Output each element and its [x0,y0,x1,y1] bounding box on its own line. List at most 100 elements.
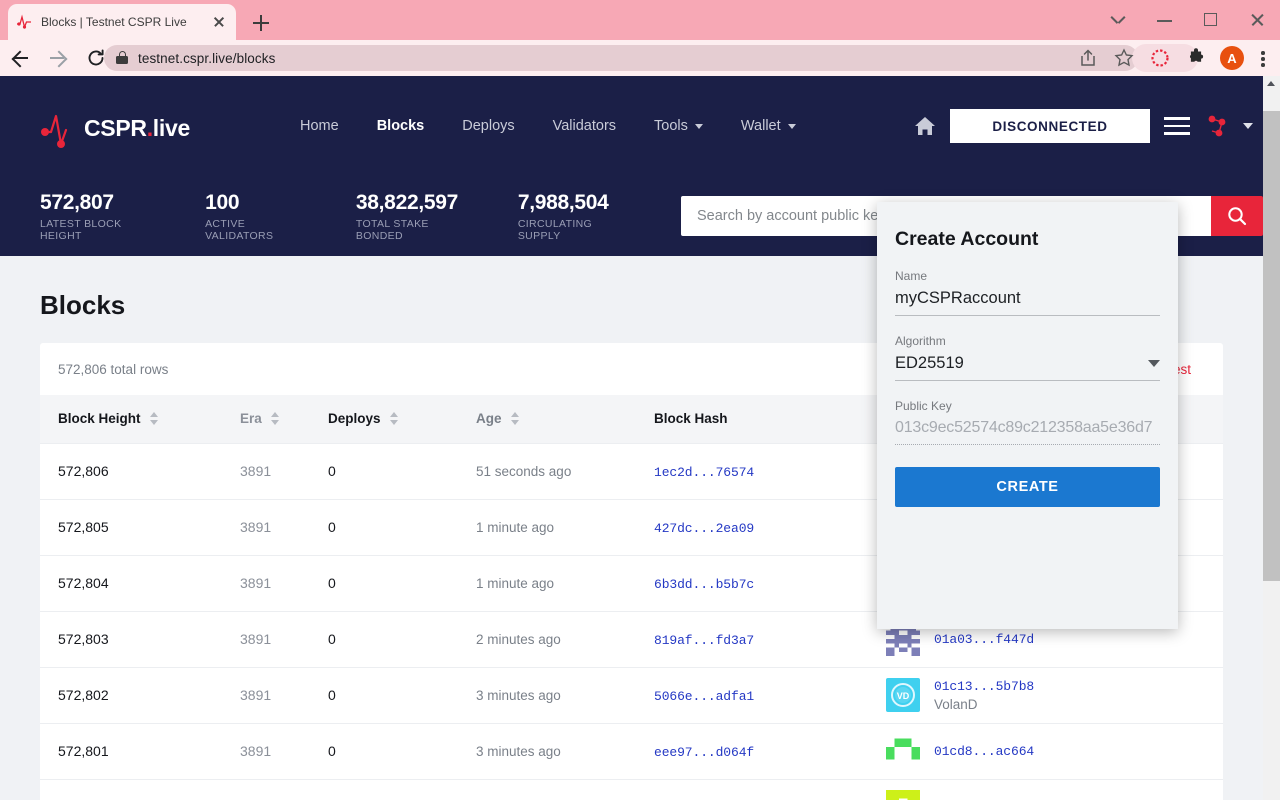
chevron-down-icon[interactable] [1096,0,1142,40]
scrollbar-thumb[interactable] [1263,111,1280,581]
stat-label: TOTAL STAKE BONDED [355,217,429,242]
back-arrow-icon[interactable] [6,44,34,72]
page-scrollbar[interactable] [1263,76,1280,800]
algorithm-field-group: Algorithm ED25519 [877,334,1178,381]
home-icon[interactable] [914,115,936,137]
cell-era: 3891 [240,743,272,759]
cell-block-height: 572,806 [58,463,109,479]
nav-item-validators[interactable]: Validators [553,118,616,134]
cell-block-height: 572,804 [58,575,109,591]
network-selector[interactable] [1204,111,1253,141]
modal-title: Create Account [895,228,1039,250]
sort-icon[interactable] [270,412,279,426]
stat-circulating-supply: 7,988,504 CIRCULATING SUPPLY [518,191,633,242]
search-icon [1228,207,1247,226]
tab-strip: Blocks | Testnet CSPR Live [0,0,1280,40]
cspr-pulse-icon [16,14,32,30]
column-header-block-hash: Block Hash [654,395,886,443]
cell-age: 1 minute ago [476,575,555,591]
nav-item-home[interactable]: Home [300,118,339,134]
algorithm-value: ED25519 [895,354,964,372]
bookmark-star-icon[interactable] [1110,45,1138,71]
block-hash-link[interactable]: 819af...fd3a7 [654,633,754,648]
sort-icon[interactable] [149,412,158,426]
sort-icon[interactable] [389,412,398,426]
block-hash-link[interactable]: 5066e...adfa1 [654,689,754,704]
extension-puzzle-icon[interactable] [1182,45,1210,71]
cell-deploys: 0 [328,743,336,759]
column-label: Age [476,411,502,427]
nav-label: Validators [552,118,617,134]
maximize-icon[interactable] [1188,0,1234,40]
browser-tab[interactable]: Blocks | Testnet CSPR Live [8,4,236,40]
share-icon[interactable] [1074,45,1102,71]
logo-text: CSPR [84,114,147,141]
public-key-label: Public Key [895,399,952,413]
site-logo[interactable]: CSPR.live [40,106,190,150]
stat-active-validators: 100 ACTIVE VALIDATORS [205,191,312,242]
cell-age: 1 minute ago [476,519,555,535]
stat-value: 572,807 [40,190,114,214]
cell-era: 3891 [240,575,272,591]
column-header-age[interactable]: Age [476,395,654,443]
block-hash-link[interactable]: 6b3dd...b5b7c [654,577,754,592]
cell-block-height: 572,801 [58,743,109,759]
validator-key-link[interactable]: 01cd8...ac664 [934,744,1034,759]
cspr-extension-icon[interactable] [1146,45,1174,71]
nav-item-blocks[interactable]: Blocks [377,118,425,134]
column-header-block-height[interactable]: Block Height [40,395,240,443]
cell-age: 3 minutes ago [476,687,561,703]
cell-age: 51 seconds ago [476,463,572,479]
cell-block-hash: 13eb8...dced9 [654,779,886,800]
close-icon[interactable] [210,13,228,31]
cell-block-height: 572,800 [40,779,240,800]
casper-network-icon [1208,115,1226,137]
table-row[interactable]: 572,801 3891 0 3 minutes ago eee97...d06… [40,723,1223,779]
nav-item-tools[interactable]: Tools [654,118,703,134]
cell-validator: VD 01c13...5b7b8 VolanD [886,667,1223,723]
stat-label: CIRCULATING SUPPLY [517,217,593,242]
window-close-icon[interactable] [1234,0,1280,40]
header-right: DISCONNECTED [914,76,1253,176]
column-header-era[interactable]: Era [240,395,328,443]
forward-arrow-icon[interactable] [44,44,72,72]
cell-deploys: 0 [328,519,336,535]
column-label: Deploys [328,411,381,427]
validator-key-link[interactable]: 01a03...f447d [934,632,1034,647]
cell-block-hash: 1ec2d...76574 [654,443,886,499]
cell-deploys: 0 [328,779,476,800]
address-bar[interactable]: testnet.cspr.live/blocks [104,45,1138,71]
table-row[interactable]: 572,802 3891 0 3 minutes ago 5066e...adf… [40,667,1223,723]
stat-label: ACTIVE VALIDATORS [205,217,274,242]
sort-icon[interactable] [510,412,519,426]
column-header-deploys[interactable]: Deploys [328,395,476,443]
minimize-icon[interactable] [1142,0,1188,40]
new-tab-button[interactable] [248,10,274,36]
table-row[interactable]: 572,800 3891 0 4 minutes ago 13eb8...dce… [40,779,1223,800]
profile-avatar[interactable]: A [1220,46,1244,70]
algorithm-select[interactable]: ED25519 [895,352,1160,381]
public-key-field-group: Public Key 013c9ec52574c89c212358aa5e36d… [877,399,1178,445]
cell-era: 3891 [240,463,272,479]
create-button[interactable]: CREATE [895,467,1160,507]
connection-status-button[interactable]: DISCONNECTED [950,109,1150,143]
validator-key-link[interactable]: 01c13...5b7b8 [934,679,1034,694]
stat-latest-block-height: 572,807 LATEST BLOCK HEIGHT [40,191,161,242]
block-hash-link[interactable]: eee97...d064f [654,745,754,760]
public-key-value: 013c9ec52574c89c212358aa5e36d7 [895,417,1160,445]
stat-value: 7,988,504 [517,190,609,214]
toolbar-right-icons: A [1070,45,1274,71]
name-label: Name [895,269,928,283]
kebab-menu-icon[interactable] [1252,45,1274,71]
identicon-icon [886,790,920,800]
nav-item-wallet[interactable]: Wallet [741,118,796,134]
nav-item-deploys[interactable]: Deploys [462,118,514,134]
scroll-up-arrow-icon[interactable] [1267,81,1275,86]
main-nav: Home Blocks Deploys Validators Tools Wal… [300,76,834,176]
block-hash-link[interactable]: 427dc...2ea09 [654,521,754,536]
block-hash-link[interactable]: 1ec2d...76574 [654,465,754,480]
nav-label: Tools [654,118,688,134]
hamburger-menu-icon[interactable] [1164,116,1190,136]
account-name-input[interactable] [895,287,1160,316]
search-button[interactable] [1210,196,1263,236]
